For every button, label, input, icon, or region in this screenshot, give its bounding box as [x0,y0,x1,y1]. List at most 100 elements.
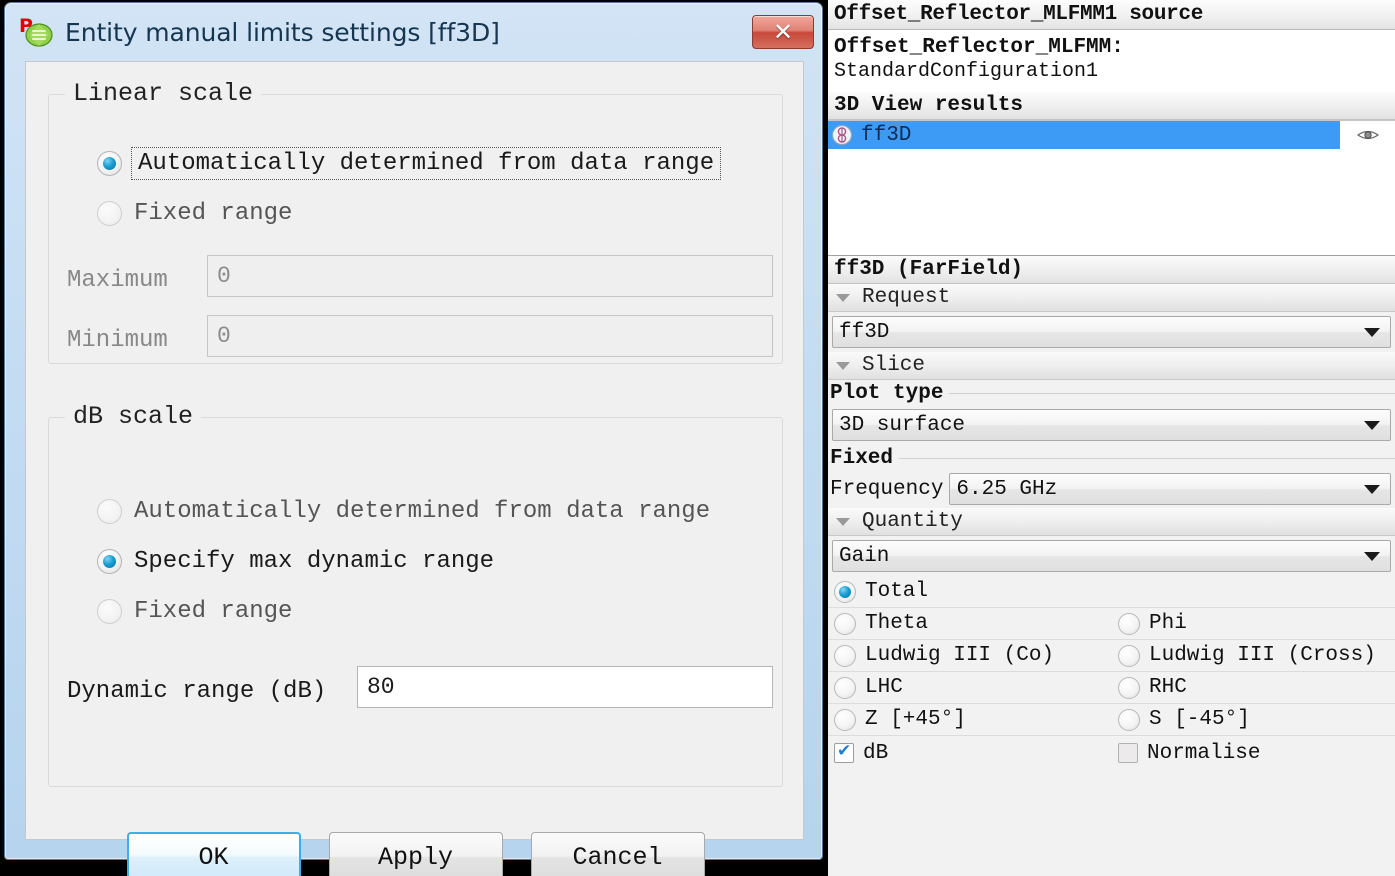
frequency-combobox-value: 6.25 GHz [956,477,1058,501]
quantity-radio-row: Total [828,576,1395,609]
chevron-down-icon [1364,420,1380,430]
eye-icon[interactable] [1340,121,1395,150]
radio-theta-label: Theta [865,612,929,636]
minimum-input[interactable]: 0 [207,315,773,357]
radio-indicator [1118,708,1140,731]
divider [899,458,1395,460]
plot-type-group-label: Plot type [828,380,1395,405]
entity-limits-dialog: P Entity manual limits settings [ff3D] ✕… [4,2,823,876]
checkbox-indicator [834,741,854,764]
list-item-label: ff3D [861,123,912,147]
section-request[interactable]: Request [828,284,1395,313]
radio-db-auto[interactable]: Automatically determined from data range [97,498,710,525]
radio-indicator [97,201,122,226]
maximum-label: Maximum [67,267,168,294]
request-combobox[interactable]: ff3D [832,316,1391,349]
radio-linear-fixed[interactable]: Fixed range [97,200,292,227]
radio-total-label: Total [865,580,929,604]
frequency-combobox[interactable]: 6.25 GHz [949,473,1391,506]
source-block: Offset_Reflector_MLFMM: StandardConfigur… [828,30,1395,93]
chevron-down-icon [836,517,850,526]
radio-db-dynamic[interactable]: Specify max dynamic range [97,548,494,575]
radio-z-plus45-label: Z [+45°] [865,708,966,732]
radio-ludwig-co[interactable]: Ludwig III (Co) [834,644,1118,667]
chevron-down-icon [1364,327,1380,337]
entity-header: ff3D (FarField) [828,256,1395,285]
frequency-row: Frequency 6.25 GHz [828,470,1395,508]
fixed-label: Fixed [830,447,894,471]
radio-indicator [1118,676,1140,699]
quantity-radio-list: Total Theta Phi Ludwig III (Co) Ludwig I… [828,576,1395,737]
radio-db-dynamic-label: Specify max dynamic range [134,548,495,575]
dialog-titlebar: P Entity manual limits settings [ff3D] ✕ [5,3,822,61]
radio-linear-auto[interactable]: Automatically determined from data range [97,147,722,180]
postfeko-logo-icon: P [19,15,55,49]
radio-linear-auto-label: Automatically determined from data range [130,147,722,180]
radio-s-minus45[interactable]: S [-45°] [1118,708,1250,731]
radio-rhc-label: RHC [1149,676,1187,700]
checkbox-normalise[interactable]: Normalise [1118,742,1260,765]
svg-text:P: P [19,15,33,37]
cancel-button[interactable]: Cancel [530,832,705,876]
checkbox-indicator [1118,743,1138,764]
frequency-label: Frequency [830,477,944,501]
screen: P Entity manual limits settings [ff3D] ✕… [0,0,1395,876]
results-header: 3D View results [828,92,1395,121]
radio-phi-label: Phi [1149,612,1187,636]
section-request-label: Request [862,286,951,310]
radio-ludwig-cross[interactable]: Ludwig III (Cross) [1118,644,1376,667]
section-slice-label: Slice [862,354,926,378]
chevron-down-icon [1364,484,1380,494]
section-quantity[interactable]: Quantity [828,508,1395,537]
radio-lhc[interactable]: LHC [834,676,1118,699]
radio-lhc-label: LHC [865,676,903,700]
dynamic-range-label: Dynamic range (dB) [67,678,327,705]
linear-scale-group: Linear scale Automatically determined fr… [48,79,783,364]
quantity-radio-row: Theta Phi [828,608,1395,641]
db-scale-group: dB scale Automatically determined from d… [48,402,783,787]
db-scale-legend: dB scale [65,402,202,431]
quantity-checkbox-row: dB Normalise [828,736,1395,770]
radio-theta[interactable]: Theta [834,612,1118,635]
chevron-down-icon [836,361,850,370]
list-item[interactable]: ff3D [828,121,1395,150]
section-slice[interactable]: Slice [828,352,1395,381]
farfield-icon [831,124,853,146]
linear-scale-legend: Linear scale [65,79,262,108]
checkbox-db-label: dB [863,741,889,765]
divider [949,393,1395,395]
apply-button[interactable]: Apply [328,832,503,876]
radio-indicator [97,499,122,524]
close-button[interactable]: ✕ [752,15,814,49]
radio-phi[interactable]: Phi [1118,612,1187,635]
dynamic-range-input[interactable]: 80 [357,666,773,708]
radio-total[interactable]: Total [834,580,1118,603]
radio-db-fixed[interactable]: Fixed range [97,598,292,625]
radio-indicator [1118,612,1140,635]
radio-indicator [834,644,856,667]
radio-linear-fixed-label: Fixed range [134,200,293,227]
quantity-combobox-value: Gain [839,544,890,568]
maximum-input[interactable]: 0 [207,255,773,297]
radio-indicator [97,151,122,176]
radio-indicator [1118,644,1140,667]
radio-indicator [834,580,856,603]
radio-z-plus45[interactable]: Z [+45°] [834,708,1118,731]
dialog-body: Linear scale Automatically determined fr… [25,61,804,876]
request-combobox-value: ff3D [839,320,890,344]
radio-ludwig-cross-label: Ludwig III (Cross) [1149,644,1376,668]
radio-s-minus45-label: S [-45°] [1149,708,1250,732]
source-model-name: Offset_Reflector_MLFMM: [834,36,1124,59]
radio-db-auto-label: Automatically determined from data range [134,498,711,525]
plot-type-combobox[interactable]: 3D surface [832,409,1391,442]
ok-button[interactable]: OK [126,832,301,876]
results-panel: Offset_Reflector_MLFMM1 source Offset_Re… [828,0,1395,876]
quantity-radio-row: Z [+45°] S [-45°] [828,704,1395,737]
quantity-combobox[interactable]: Gain [832,540,1391,573]
results-listbox[interactable]: ff3D [828,120,1395,257]
chevron-down-icon [1364,551,1380,561]
radio-rhc[interactable]: RHC [1118,676,1187,699]
checkbox-db[interactable]: dB [834,741,1118,765]
quantity-radio-row: Ludwig III (Co) Ludwig III (Cross) [828,640,1395,673]
chevron-down-icon [836,293,850,302]
